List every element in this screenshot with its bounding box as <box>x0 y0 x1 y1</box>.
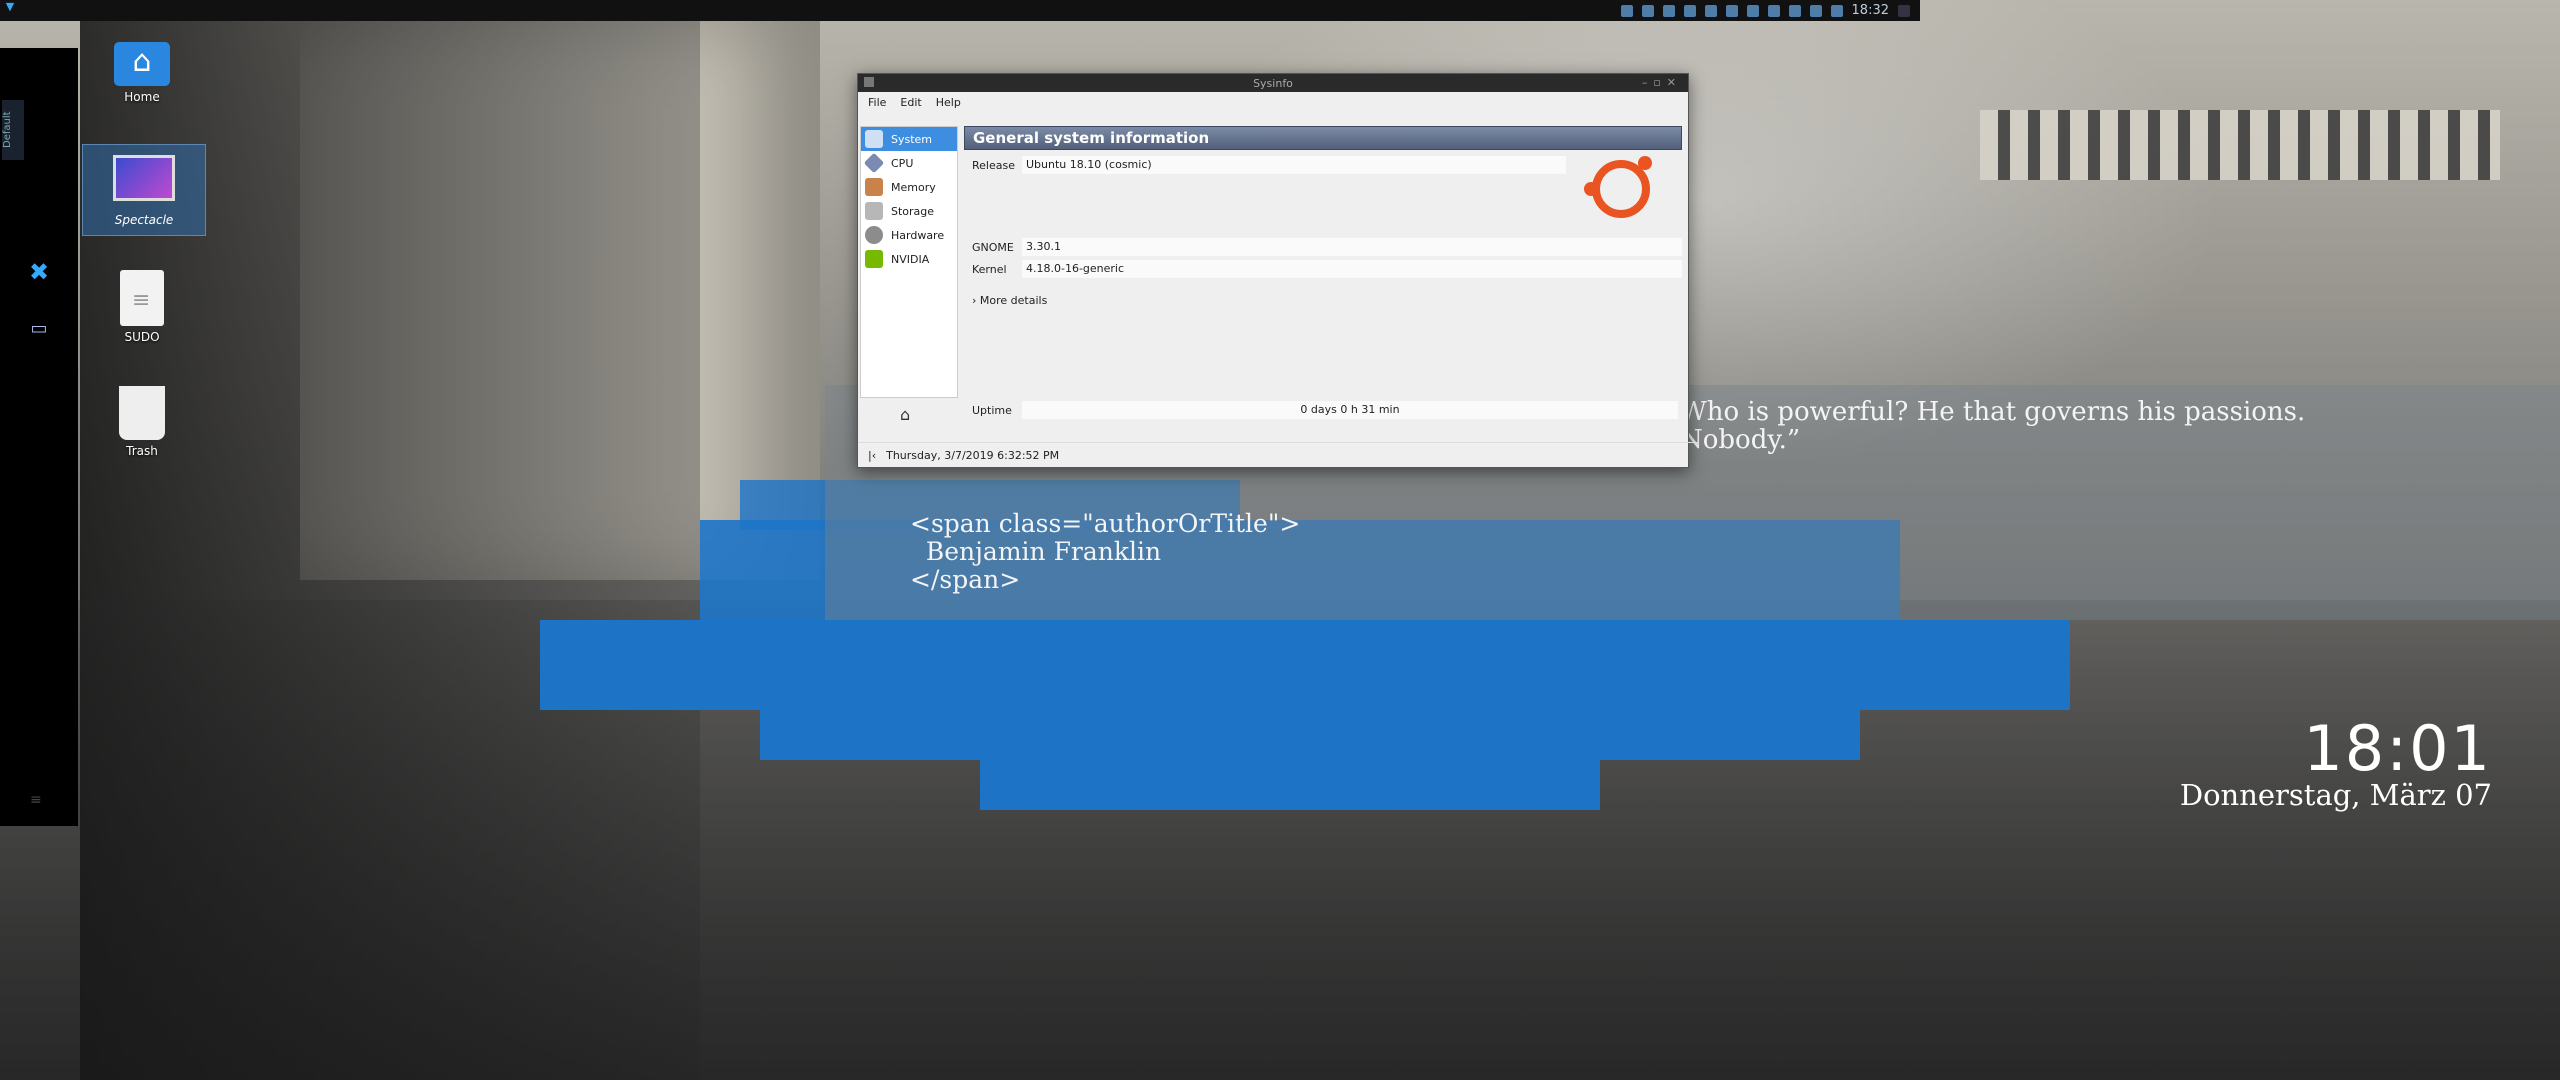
window-controls: –▫✕ <box>1642 76 1682 89</box>
content-area: General system information Release Ubunt… <box>964 126 1682 426</box>
wallpaper-blob <box>540 620 2070 710</box>
uptime-label: Uptime <box>972 403 1012 417</box>
folder-home-icon <box>114 42 170 86</box>
kernel-value: 4.18.0-16-generic <box>1022 260 1682 278</box>
kernel-row: Kernel 4.18.0-16-generic <box>964 260 1682 278</box>
release-row: Release Ubuntu 18.10 (cosmic) <box>964 156 1566 174</box>
desktop-icon-label: SUDO <box>124 330 160 344</box>
sidebar-item-label: Memory <box>891 180 936 194</box>
desktop-date: Donnerstag, März 07 <box>2179 778 2492 812</box>
sidebar-item-cpu[interactable]: CPU <box>861 151 957 175</box>
tray-bluetooth-icon[interactable] <box>1788 4 1801 17</box>
tray-devices-icon[interactable] <box>1704 4 1717 17</box>
menu-bar: File Edit Help <box>858 92 1688 112</box>
wallpaper-blob <box>760 700 1860 760</box>
memory-icon <box>865 178 883 196</box>
uptime-value: 0 days 0 h 31 min <box>1022 401 1678 419</box>
sysinfo-window: Sysinfo –▫✕ File Edit Help System CPU Me… <box>857 73 1698 468</box>
tray-settings-icon[interactable] <box>1641 4 1654 17</box>
tray-lock-icon[interactable] <box>1725 4 1738 17</box>
home-icon[interactable]: ⌂ <box>900 405 910 424</box>
system-tray: 18:32 <box>1620 3 1920 18</box>
tray-clipboard-icon[interactable] <box>1683 4 1696 17</box>
sidebar-item-nvidia[interactable]: NVIDIA <box>861 247 957 271</box>
section-header: General system information <box>964 126 1682 150</box>
menu-help[interactable]: Help <box>936 96 961 109</box>
tray-clock[interactable]: 18:32 <box>1852 3 1889 18</box>
sidebar-item-label: CPU <box>891 156 914 170</box>
maximize-icon[interactable]: ▫ <box>1653 76 1666 89</box>
document-icon <box>120 270 164 326</box>
gnome-row: GNOME 3.30.1 <box>964 238 1682 256</box>
desktop-icon-label: Home <box>124 90 160 104</box>
gnome-label: GNOME <box>972 240 1014 254</box>
collapse-sidebar-icon[interactable]: |‹ <box>868 449 876 462</box>
sidebar-item-label: System <box>891 132 933 146</box>
dock-window-icon[interactable]: ▭ <box>18 318 60 348</box>
ubuntu-logo-icon <box>1584 156 1652 218</box>
wallpaper-blob <box>980 760 1600 810</box>
release-label: Release <box>972 158 1015 172</box>
close-icon[interactable]: ✕ <box>1667 76 1682 89</box>
desktop-icon-home[interactable]: Home <box>82 42 202 104</box>
storage-icon <box>865 202 883 220</box>
desktop-icon-label: Spectacle <box>114 213 174 227</box>
panel-menu-icon[interactable]: ▼ <box>0 0 20 21</box>
desktop-icon-sudo[interactable]: SUDO <box>82 270 202 344</box>
minimize-icon[interactable]: – <box>1642 76 1654 89</box>
tray-storage-icon[interactable] <box>1746 4 1759 17</box>
sidebar-item-memory[interactable]: Memory <box>861 175 957 199</box>
quote-author: <span class="authorOrTitle"> Benjamin Fr… <box>910 509 1301 594</box>
sidebar: System CPU Memory Storage Hardware NVIDI… <box>860 126 958 398</box>
release-value: Ubuntu 18.10 (cosmic) <box>1022 156 1566 174</box>
quote-text: Who is powerful? He that governs his pas… <box>1680 397 2306 455</box>
menu-file[interactable]: File <box>868 96 886 109</box>
more-details-expander[interactable]: › More details <box>972 294 1047 307</box>
desktop-icon-spectacle[interactable]: Spectacle <box>82 144 206 236</box>
cpu-icon <box>863 152 885 174</box>
top-panel: ▼ 18:32 <box>0 0 1920 21</box>
tray-menu-icon[interactable] <box>1898 4 1910 17</box>
computer-icon <box>865 130 883 148</box>
desktop-icon-trash[interactable]: Trash <box>82 386 202 458</box>
tray-battery-icon[interactable] <box>1767 4 1780 17</box>
tray-display-icon[interactable] <box>1662 4 1675 17</box>
gnome-value: 3.30.1 <box>1022 238 1682 256</box>
dock-tab-default[interactable]: Default <box>2 100 24 160</box>
chevron-right-icon: › <box>972 294 977 307</box>
uptime-row: Uptime 0 days 0 h 31 min <box>964 401 1678 419</box>
trash-icon <box>119 386 165 440</box>
tray-wifi-icon[interactable] <box>1830 4 1843 17</box>
window-titlebar[interactable]: Sysinfo –▫✕ <box>858 74 1688 92</box>
tray-volume-icon[interactable] <box>1809 4 1822 17</box>
gear-icon <box>865 226 883 244</box>
status-datetime: Thursday, 3/7/2019 6:32:52 PM <box>886 448 1060 462</box>
dock-launcher-icon[interactable]: ✖ <box>18 258 60 288</box>
sidebar-item-storage[interactable]: Storage <box>861 199 957 223</box>
sidebar-item-label: Storage <box>891 204 935 218</box>
sidebar-item-hardware[interactable]: Hardware <box>861 223 957 247</box>
sidebar-item-system[interactable]: System <box>861 127 957 151</box>
spectacle-icon <box>113 155 175 201</box>
sidebar-item-label: Hardware <box>891 228 945 242</box>
sidebar-item-label: NVIDIA <box>891 252 930 266</box>
wallpaper-vent <box>1980 110 2500 180</box>
left-dock: Default ✖ ▭ ≡ <box>0 48 78 826</box>
menu-edit[interactable]: Edit <box>900 96 921 109</box>
more-details-label: More details <box>979 294 1048 307</box>
nvidia-icon <box>865 250 883 268</box>
window-title: Sysinfo <box>1253 77 1293 90</box>
status-bar: |‹ Thursday, 3/7/2019 6:32:52 PM <box>858 442 1698 467</box>
desktop-clock: 18:01 <box>2303 712 2492 785</box>
desktop-icon-label: Trash <box>126 444 158 458</box>
kernel-label: Kernel <box>972 262 1007 276</box>
dock-menu-icon[interactable]: ≡ <box>30 792 42 808</box>
tray-network-icon[interactable] <box>1620 4 1633 17</box>
